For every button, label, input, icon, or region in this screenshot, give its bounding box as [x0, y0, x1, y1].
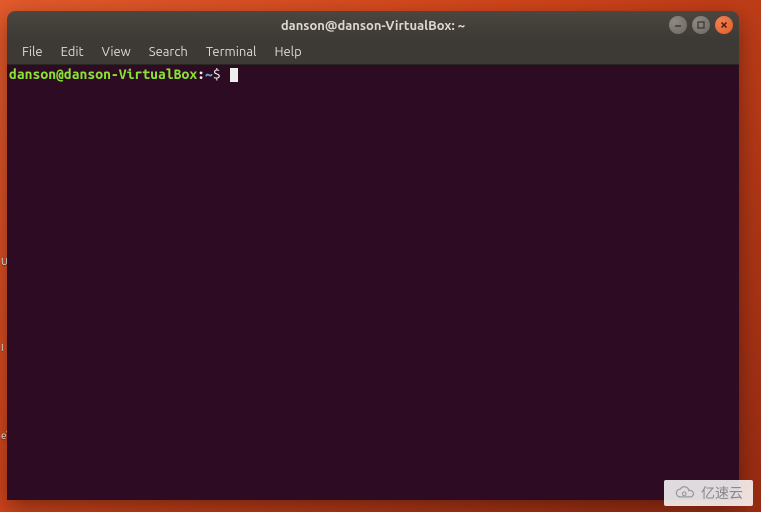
watermark-text: 亿速云 [701, 483, 743, 503]
window-titlebar[interactable]: danson@danson-VirtualBox: ~ [7, 11, 739, 40]
launcher-label: I [1, 342, 4, 353]
menu-view[interactable]: View [93, 42, 140, 62]
close-button[interactable] [715, 16, 733, 34]
close-icon [719, 20, 729, 30]
cloud-icon [674, 485, 696, 501]
menu-search[interactable]: Search [140, 42, 197, 62]
menubar: File Edit View Search Terminal Help [7, 40, 739, 65]
maximize-icon [696, 20, 706, 30]
window-controls [669, 16, 733, 34]
prompt-user-host: danson@danson-VirtualBox [9, 66, 197, 82]
maximize-button[interactable] [692, 16, 710, 34]
menu-file[interactable]: File [13, 42, 52, 62]
prompt-path: ~ [205, 66, 213, 82]
prompt-separator: : [197, 66, 205, 82]
window-title: danson@danson-VirtualBox: ~ [281, 19, 465, 33]
menu-terminal[interactable]: Terminal [197, 42, 266, 62]
watermark: 亿速云 [664, 480, 753, 506]
prompt-symbol: $ [213, 66, 221, 82]
terminal-window: danson@danson-VirtualBox: ~ File Edit Vi… [7, 11, 739, 500]
minimize-button[interactable] [669, 16, 687, 34]
terminal-cursor [230, 68, 238, 82]
minimize-icon [673, 20, 683, 30]
terminal-body[interactable]: danson@danson-VirtualBox:~$ [7, 65, 739, 500]
menu-edit[interactable]: Edit [52, 42, 93, 62]
menu-help[interactable]: Help [265, 42, 310, 62]
desktop-background: U I e\ danson@danson-VirtualBox: ~ File … [0, 0, 761, 512]
